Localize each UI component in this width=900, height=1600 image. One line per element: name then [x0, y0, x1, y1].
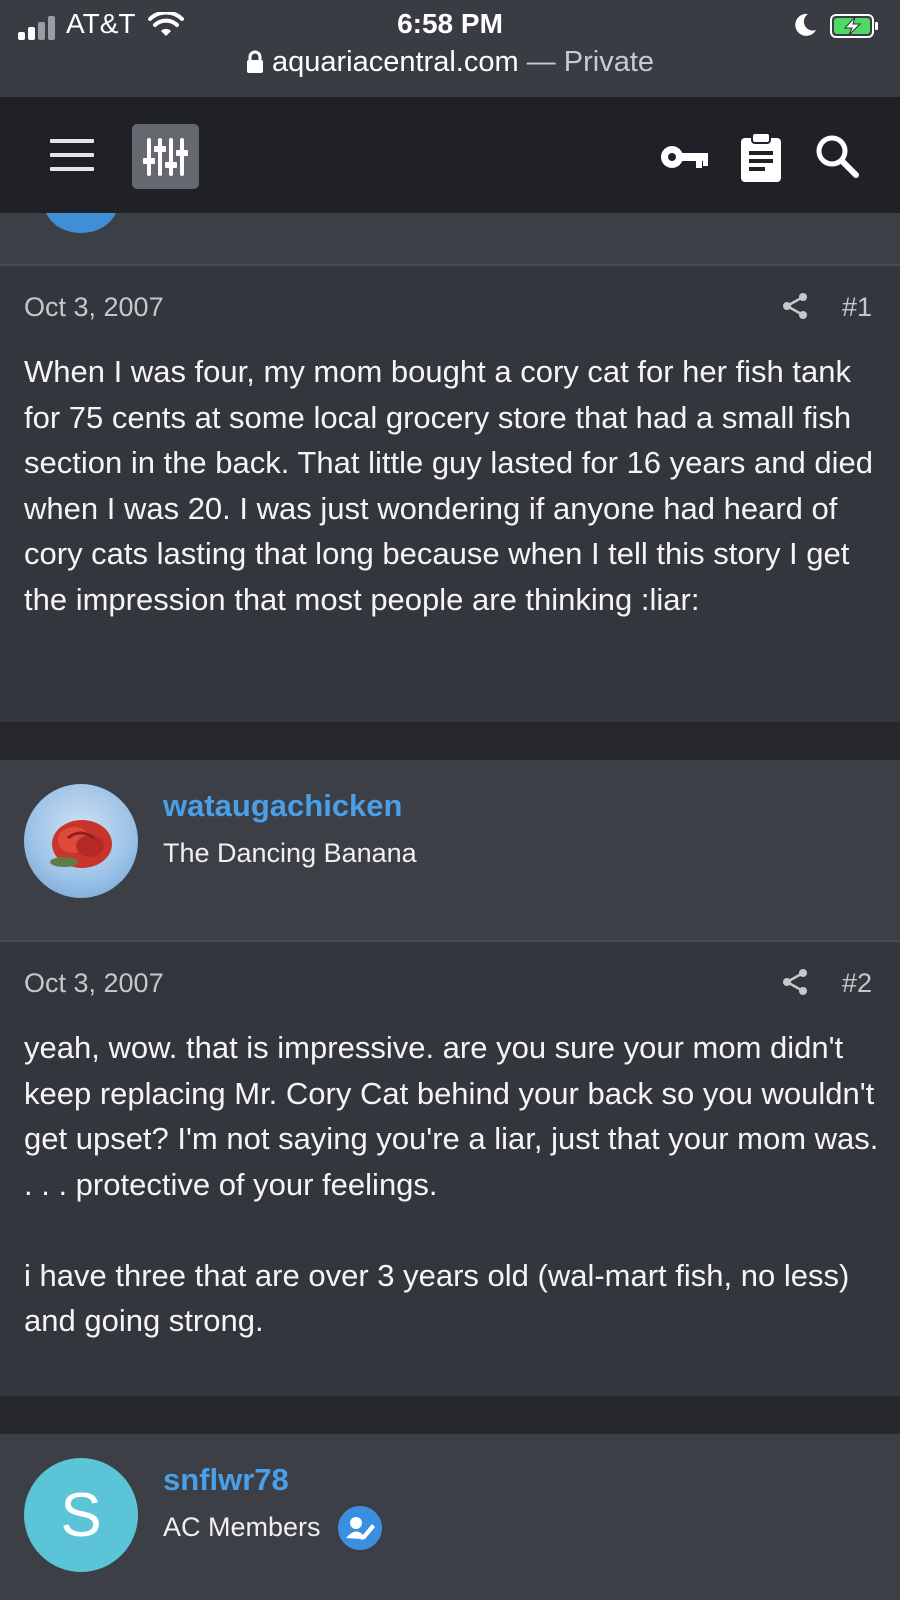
user-title: The Dancing Banana	[163, 838, 417, 868]
post-message: When I was four, my mom bought a cory ca…	[24, 354, 882, 617]
post-2: Oct 3, 2007 #2 yeah, wow. that is impres…	[0, 940, 900, 1398]
avatar[interactable]	[24, 784, 138, 898]
post-1: Oct 3, 2007 #1 When I was four, my mom b…	[0, 264, 900, 724]
rose-image-icon	[50, 820, 112, 868]
post-separator	[0, 722, 900, 760]
post-number[interactable]: #1	[842, 292, 872, 323]
url-separator: —	[518, 46, 564, 78]
share-icon[interactable]	[780, 967, 810, 997]
clock: 6:58 PM	[397, 8, 503, 39]
battery-charging-icon	[830, 14, 878, 38]
user-title: AC Members	[163, 1512, 321, 1542]
post-message: yeah, wow. that is impressive. are you s…	[24, 1030, 879, 1338]
url-domain: aquariacentral.com	[271, 46, 519, 78]
post-date[interactable]: Oct 3, 2007	[24, 292, 164, 323]
do-not-disturb-icon	[795, 13, 816, 36]
post-date[interactable]: Oct 3, 2007	[24, 968, 164, 999]
status-bar: AT&T 6:58 PM	[0, 6, 900, 46]
post-separator	[0, 1396, 900, 1434]
private-mode-label: Private	[563, 46, 655, 78]
user-strip-op	[0, 213, 900, 265]
user-strip-snflwr78: S snflwr78 AC Members	[0, 1434, 900, 1600]
member-badge-icon	[338, 1506, 382, 1550]
avatar[interactable]: S	[24, 1458, 138, 1572]
lock-icon	[246, 50, 263, 73]
menu-icon[interactable]	[50, 139, 94, 171]
share-icon[interactable]	[780, 291, 810, 321]
ios-browser-chrome: AT&T 6:58 PM aquariacentral.com — Privat…	[0, 0, 900, 97]
username[interactable]: snflwr78	[163, 1462, 289, 1498]
post-number[interactable]: #2	[842, 968, 872, 999]
username[interactable]: wataugachicken	[163, 788, 402, 824]
clipboard-icon[interactable]	[735, 131, 787, 183]
search-icon[interactable]	[812, 131, 864, 183]
key-icon[interactable]	[658, 131, 710, 183]
sliders-icon	[143, 138, 188, 176]
url-bar[interactable]: aquariacentral.com — Private	[0, 46, 900, 79]
filter-icon[interactable]	[132, 124, 199, 189]
user-strip-wataugachicken: wataugachicken The Dancing Banana	[0, 760, 900, 940]
site-header	[0, 97, 900, 213]
